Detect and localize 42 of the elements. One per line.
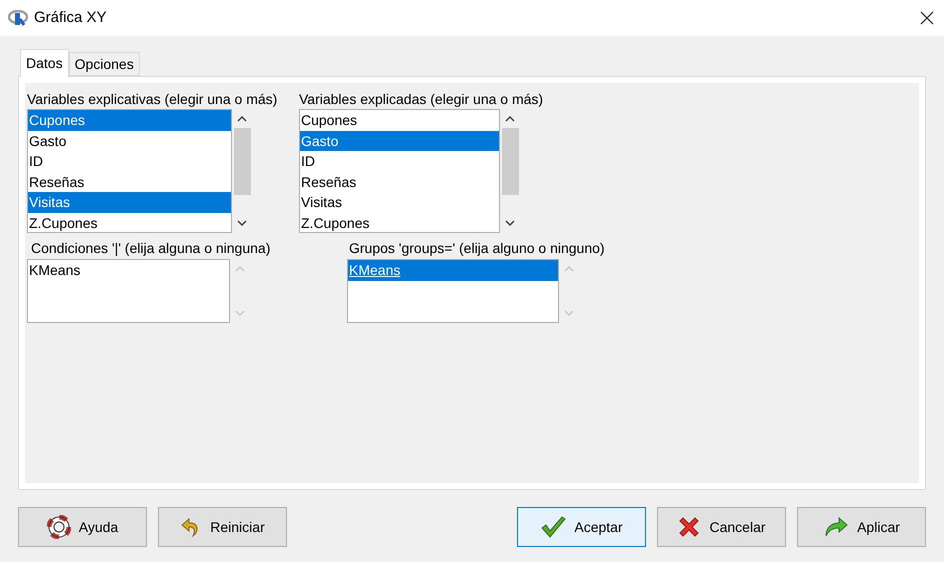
list-item[interactable]: Z.Cupones	[28, 212, 231, 232]
list-item[interactable]: KMeans	[28, 260, 229, 280]
list-item[interactable]: Z.Cupones	[300, 212, 499, 232]
list-box[interactable]: Cupones Gasto ID Reseñas Visitas Z.Cupones	[299, 109, 500, 233]
apply-button[interactable]: Aplicar	[797, 507, 926, 547]
list-label: Grupos 'groups=' (elija alguno o ninguno)	[348, 239, 605, 258]
reset-button[interactable]: Reiniciar	[158, 507, 287, 547]
scroll-up-icon[interactable]	[505, 116, 515, 122]
list-item[interactable]: ID	[300, 151, 499, 172]
list-item[interactable]: Reseñas	[28, 172, 231, 192]
list-label: Condiciones '|' (elija alguna o ninguna)	[30, 239, 272, 258]
accept-button[interactable]: Aceptar	[517, 507, 646, 547]
cross-icon	[677, 515, 702, 539]
list-box[interactable]: KMeans	[347, 259, 559, 323]
tab[interactable]: Opciones	[68, 52, 140, 76]
list-item[interactable]: Visitas	[28, 192, 231, 212]
list-item[interactable]: Cupones	[28, 110, 231, 130]
window-title: Gráfica XY	[34, 8, 107, 28]
lifebuoy-icon	[46, 515, 71, 539]
list-item[interactable]: ID	[28, 151, 231, 172]
list-item[interactable]: Cupones	[300, 110, 499, 130]
list-item[interactable]: Gasto	[300, 130, 499, 151]
list-box[interactable]: KMeans	[27, 259, 230, 323]
forward-arrow-icon	[823, 516, 850, 538]
scroll-up-icon[interactable]	[237, 116, 247, 122]
scroll-down-icon[interactable]	[237, 220, 247, 226]
list-label: Variables explicativas (elegir una o más)	[27, 90, 278, 109]
list-item[interactable]: Visitas	[300, 192, 499, 212]
scrollbar-thumb[interactable]	[502, 128, 518, 195]
tab[interactable]: Datos	[20, 49, 69, 77]
list-item[interactable]: KMeans	[348, 260, 558, 280]
scroll-down-icon[interactable]	[505, 220, 515, 226]
list-item[interactable]: Gasto	[28, 130, 231, 151]
cancel-button[interactable]: Cancelar	[657, 507, 786, 547]
checkmark-icon	[540, 515, 566, 539]
help-button[interactable]: Ayuda	[18, 507, 147, 547]
r-logo-icon	[8, 10, 28, 26]
close-icon[interactable]	[920, 11, 934, 25]
list-box[interactable]: Cupones Gasto ID Reseñas Visitas Z.Cupones	[27, 109, 232, 233]
list-item[interactable]: Reseñas	[300, 172, 499, 192]
list-label: Variables explicadas (elegir una o más)	[299, 90, 544, 109]
scrollbar-thumb[interactable]	[234, 128, 250, 195]
